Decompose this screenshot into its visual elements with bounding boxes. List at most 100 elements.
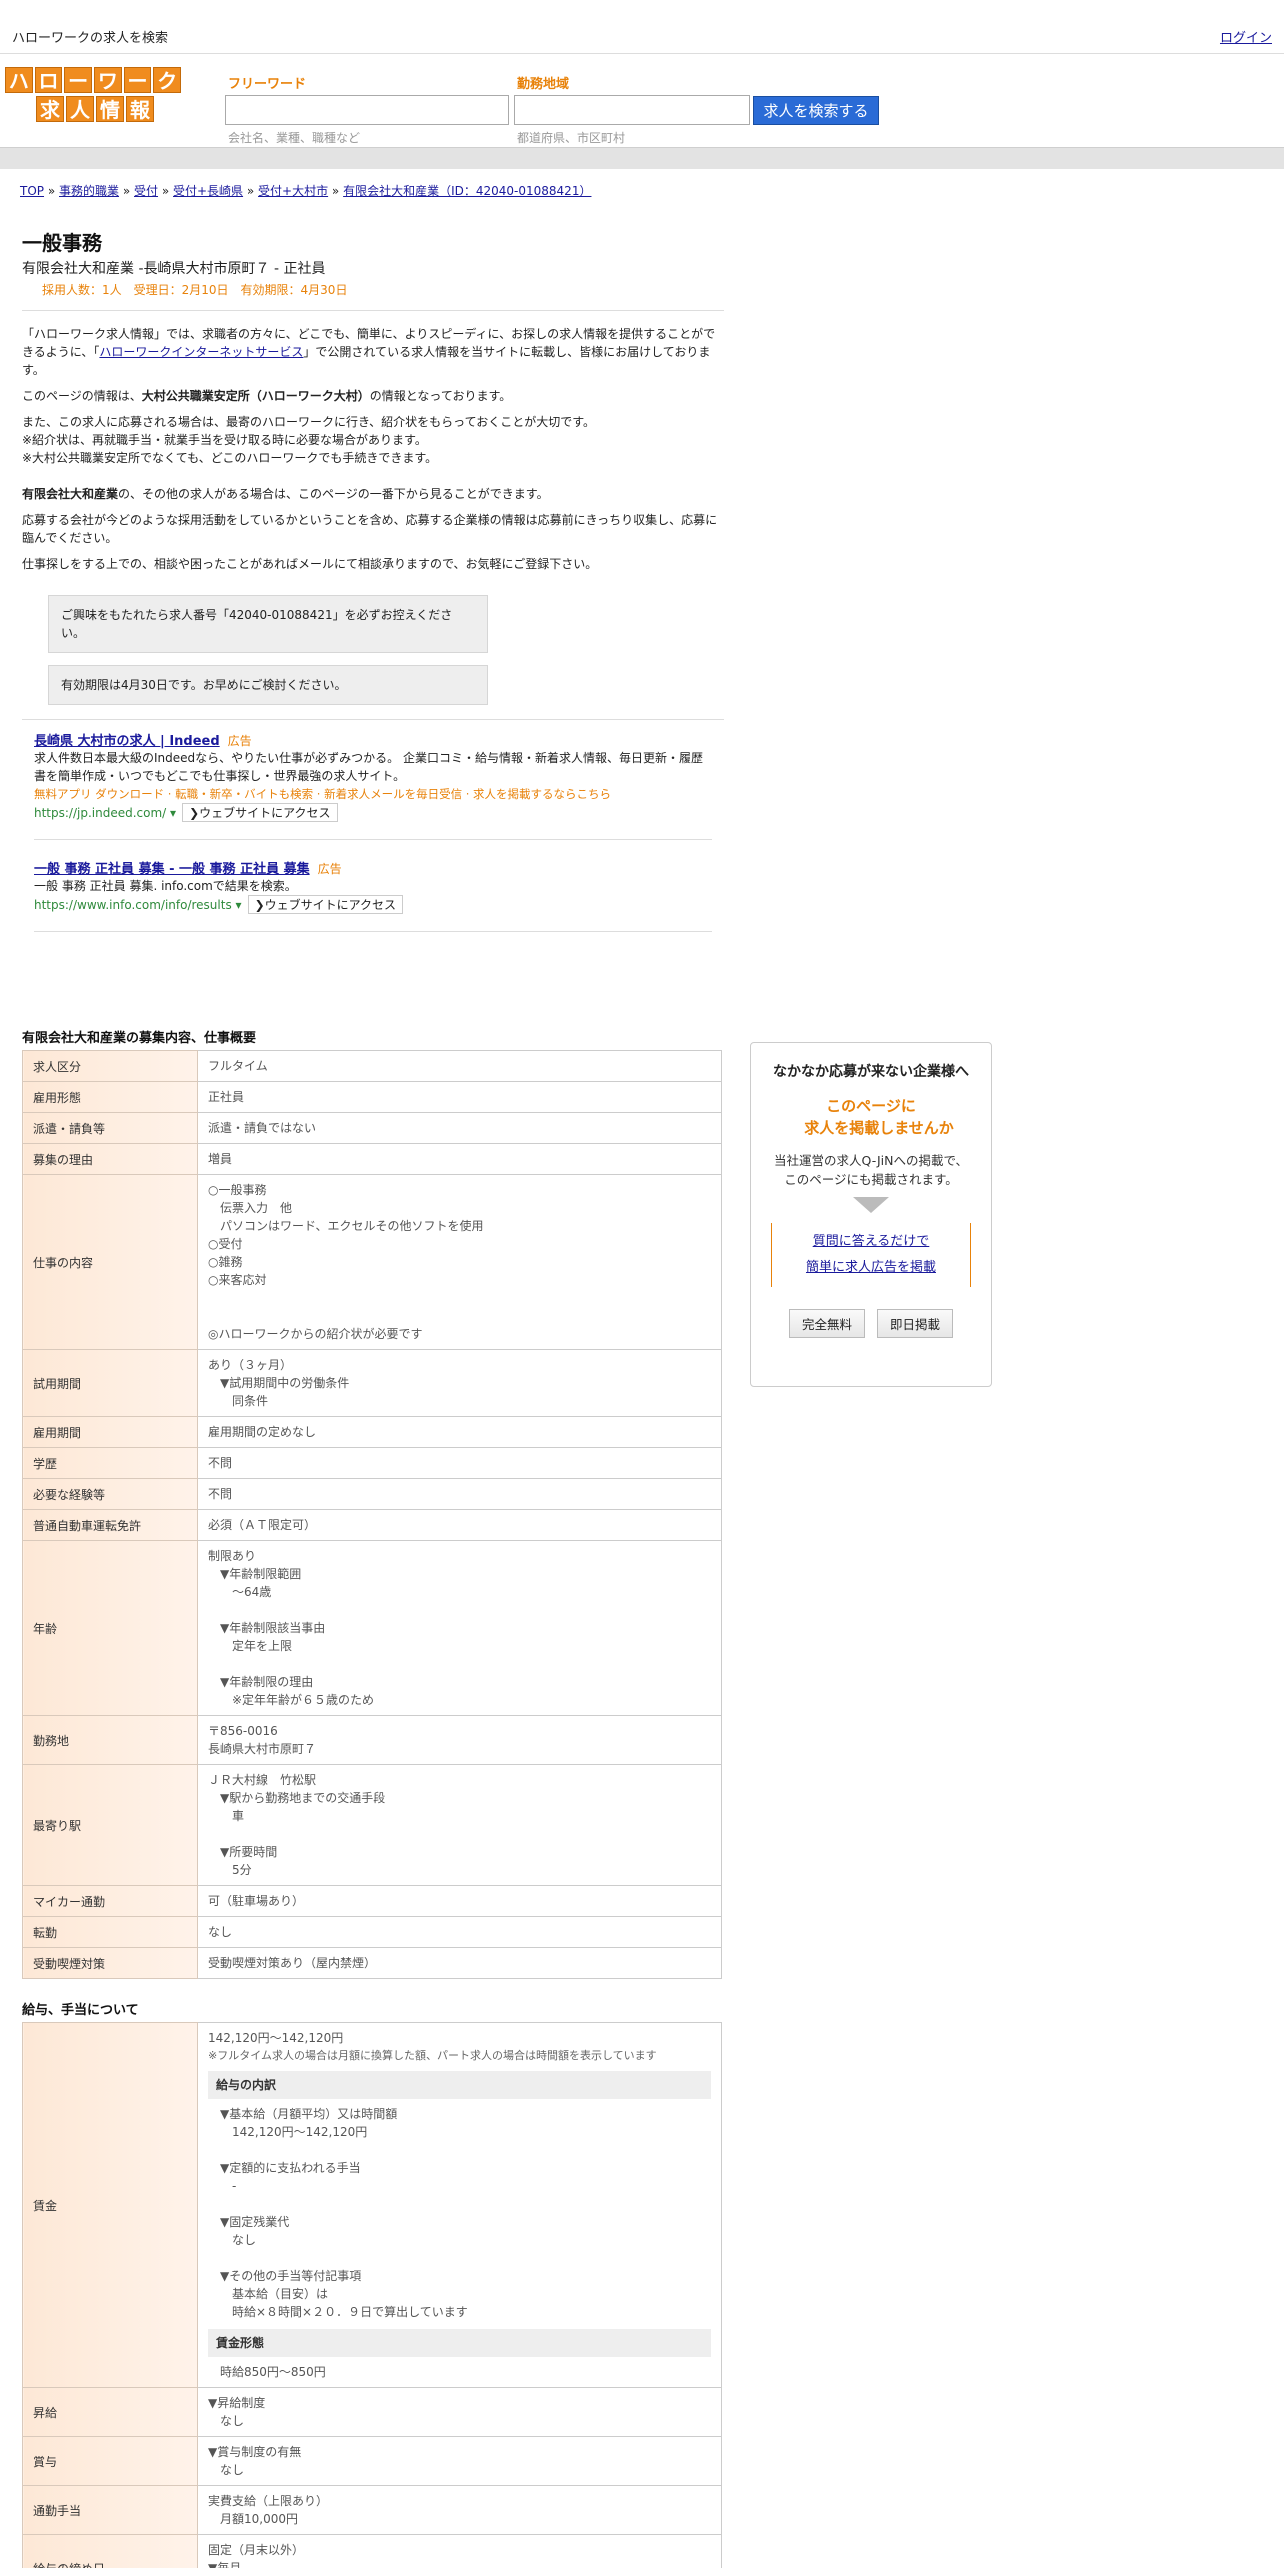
sidebar-description: 当社運営の求人Q-JiNへの掲載で、 このページにも掲載されます。 bbox=[774, 1153, 968, 1187]
ad-url[interactable]: https://www.info.com/info/results bbox=[34, 898, 232, 912]
search-button[interactable]: 求人を検索する bbox=[753, 96, 879, 125]
job-number-notice: ご興味をもたれたら求人番号「42040-01088421」を必ずお控えください。 bbox=[48, 595, 488, 653]
row-label: 学歴 bbox=[22, 1447, 198, 1479]
header: ハローワーク 求人情報 フリーワード 会社名、業種、職種など 勤務地域 都道府県… bbox=[0, 55, 1284, 147]
row-label: 通勤手当 bbox=[22, 2485, 198, 2535]
job-details-section: 有限会社大和産業の募集内容、仕事概要 求人区分 フルタイム 雇用形態 正社員 派遣・請負… bbox=[22, 1027, 724, 2568]
site-logo[interactable]: ハローワーク 求人情報 bbox=[5, 67, 182, 125]
ad-tag: 広告 bbox=[227, 734, 252, 748]
office-paragraph: このページの情報は、大村公共職業安定所（ハローワーク大村）の情報となっております… bbox=[22, 389, 512, 403]
table-row: 派遣・請負等 派遣・請負ではない bbox=[22, 1112, 722, 1144]
row-value: 〒856-0016 長崎県大村市原町７ bbox=[197, 1715, 722, 1765]
sidebar-link-post-ad[interactable]: 簡単に求人広告を掲載 bbox=[806, 1260, 936, 1275]
main-content: 一般事務 有限会社大和産業 -長崎県大村市原町７ - 正社員 採用人数：1人 受… bbox=[22, 230, 724, 950]
section-title-job: 有限会社大和産業の募集内容、仕事概要 bbox=[22, 1031, 257, 1046]
row-value: ＪＲ大村線 竹松駅 ▼駅から勤務地までの交通手段 車 ▼所要時間 5分 bbox=[197, 1764, 722, 1886]
row-value: 不問 bbox=[197, 1478, 722, 1510]
collect-info-paragraph: 応募する会社が今どのような採用活動をしているかということを含め、応募する企業様の… bbox=[22, 513, 718, 545]
table-row: 仕事の内容 ○一般事務 伝票入力 他 パソコンはワード、エクセルその他ソフトを使用… bbox=[22, 1174, 722, 1350]
top-bar: ハローワークの求人を検索 ログイン bbox=[0, 0, 1284, 54]
breadcrumb-city[interactable]: 受付+大村市 bbox=[258, 184, 328, 198]
ad-title-link[interactable]: 長崎県 大村市の求人 | Indeed bbox=[34, 734, 220, 749]
table-row: 求人区分 フルタイム bbox=[22, 1050, 722, 1082]
ad-item: 一般 事務 正社員 募集 - 一般 事務 正社員 募集 広告 一般 事務 正社員 … bbox=[34, 858, 712, 932]
sidebar-link-questions[interactable]: 質問に答えるだけで bbox=[813, 1234, 930, 1249]
row-value: 必須（ＡＴ限定可） bbox=[197, 1509, 722, 1541]
logo-char: 求 bbox=[36, 96, 64, 122]
row-value: 増員 bbox=[197, 1143, 722, 1175]
keyword-input[interactable] bbox=[225, 95, 509, 125]
login-link[interactable]: ログイン bbox=[1220, 27, 1272, 46]
logo-char: ハ bbox=[5, 67, 33, 93]
row-value: 受動喫煙対策あり（屋内禁煙） bbox=[197, 1947, 722, 1979]
advertise-sidebar: なかなか応募が来ない企業様へ このページに 求人を掲載しませんか 当社運営の求人… bbox=[750, 1042, 992, 1387]
logo-char: 情 bbox=[96, 96, 124, 122]
row-label: 派遣・請負等 bbox=[22, 1112, 198, 1144]
breadcrumb-prefecture[interactable]: 受付+長崎県 bbox=[173, 184, 243, 198]
row-value: 可（駐車場あり） bbox=[197, 1885, 722, 1917]
table-row: 学歴 不問 bbox=[22, 1447, 722, 1479]
hellowork-internet-link[interactable]: ハローワークインターネットサービス bbox=[99, 345, 303, 359]
wage-breakdown: ▼基本給（月額平均）又は時間額 142,120円〜142,120円 ▼定額的に支… bbox=[220, 2107, 468, 2319]
ad-sitelinks[interactable]: 無料アプリ ダウンロード · 転職・新卒・バイトも検索 · 新着求人メールを毎日… bbox=[34, 785, 712, 803]
consult-paragraph: 仕事探しをする上での、相談や困ったことがあればメールにて相談承りますので、お気軽… bbox=[22, 557, 598, 571]
table-row: 賃金 142,120円〜142,120円 ※フルタイム求人の場合は月額に換算した… bbox=[22, 2022, 722, 2388]
breadcrumb-company[interactable]: 有限会社大和産業（ID：42040-01088421） bbox=[343, 184, 591, 198]
job-details-table: 求人区分 フルタイム 雇用形態 正社員 派遣・請負等 派遣・請負ではない 募集の理由 増員 仕事… bbox=[22, 1050, 722, 1979]
ad-title-link[interactable]: 一般 事務 正社員 募集 - 一般 事務 正社員 募集 bbox=[34, 862, 310, 877]
table-row: 昇給 ▼昇給制度 なし bbox=[22, 2387, 722, 2437]
logo-char: ク bbox=[153, 67, 182, 93]
ad-description: 一般 事務 正社員 募集. info.comで結果を検索。 bbox=[34, 879, 297, 893]
company-line: 有限会社大和産業 -長崎県大村市原町７ - 正社員 bbox=[22, 261, 326, 277]
logo-char: ー bbox=[64, 67, 93, 93]
row-value: なし bbox=[197, 1916, 722, 1948]
intro-text: 「ハローワーク求人情報」では、求職者の方々に、どこでも、簡単に、よりスピーディに… bbox=[22, 325, 724, 573]
table-row: 必要な経験等 不問 bbox=[22, 1478, 722, 1510]
row-label: マイカー通勤 bbox=[22, 1885, 198, 1917]
sidebar-title: なかなか応募が来ない企業様へ bbox=[773, 1064, 969, 1080]
free-button[interactable]: 完全無料 bbox=[788, 1309, 865, 1338]
wage-range: 142,120円〜142,120円 bbox=[208, 2031, 344, 2045]
breadcrumb-top[interactable]: TOP bbox=[20, 184, 44, 198]
ad-item: 長崎県 大村市の求人 | Indeed 広告 求人件数日本最大級のIndeedなら… bbox=[34, 730, 712, 840]
row-label: 賞与 bbox=[22, 2436, 198, 2486]
row-label: 普通自動車運転免許 bbox=[22, 1509, 198, 1541]
ad-tag: 広告 bbox=[317, 862, 342, 876]
table-row: 給与の締め日固定（月末以外） ▼毎月 15日 bbox=[22, 2534, 722, 2568]
table-row: 受動喫煙対策 受動喫煙対策あり（屋内禁煙） bbox=[22, 1947, 722, 1979]
referral-paragraph: また、この求人に応募される場合は、最寄のハローワークに行き、紹介状をもらっておく… bbox=[22, 415, 596, 465]
logo-char: ロ bbox=[34, 67, 63, 93]
row-value: 142,120円〜142,120円 ※フルタイム求人の場合は月額に換算した額、パ… bbox=[197, 2022, 722, 2388]
location-label: 勤務地域 bbox=[517, 77, 570, 92]
row-label: 勤務地 bbox=[22, 1715, 198, 1765]
location-hint: 都道府県、市区町村 bbox=[517, 131, 626, 145]
row-value: 雇用期間の定めなし bbox=[197, 1416, 722, 1448]
location-input[interactable] bbox=[514, 95, 750, 125]
breadcrumb-job-type[interactable]: 受付 bbox=[134, 184, 158, 198]
breadcrumb: TOP » 事務的職業 » 受付 » 受付+長崎県 » 受付+大村市 » 有限会… bbox=[20, 184, 592, 198]
keyword-hint: 会社名、業種、職種など bbox=[228, 131, 361, 145]
wage-form: 時給850円〜850円 bbox=[208, 2365, 326, 2379]
wage-breakdown-heading: 給与の内訳 bbox=[208, 2071, 711, 2099]
ad-description: 求人件数日本最大級のIndeedなら、やりたい仕事が必ずみつかる。 企業口コミ・… bbox=[34, 751, 703, 783]
breadcrumb-category[interactable]: 事務的職業 bbox=[59, 184, 119, 198]
ad-visit-button[interactable]: ❯ウェブサイトにアクセス bbox=[247, 895, 404, 914]
row-value: 実費支給（上限あり） 月額10,000円 bbox=[197, 2485, 722, 2535]
header-divider-bar bbox=[0, 147, 1284, 169]
logo-char: ー bbox=[123, 67, 152, 93]
table-row: 普通自動車運転免許 必須（ＡＴ限定可） bbox=[22, 1509, 722, 1541]
keyword-label: フリーワード bbox=[228, 77, 307, 92]
same-day-button[interactable]: 即日掲載 bbox=[877, 1309, 954, 1338]
row-value: あり（３ヶ月） ▼試用期間中の労働条件 同条件 bbox=[197, 1349, 722, 1417]
table-row: 年齢 制限あり ▼年齢制限範囲 〜64歳 ▼年齢制限該当事由 定年を上限 ▼年齢制… bbox=[22, 1540, 722, 1716]
row-value: 正社員 bbox=[197, 1081, 722, 1113]
ad-visit-button[interactable]: ❯ウェブサイトにアクセス bbox=[182, 803, 338, 822]
row-label: 最寄り駅 bbox=[22, 1764, 198, 1886]
row-value: 固定（月末以外） ▼毎月 15日 bbox=[197, 2534, 722, 2568]
ad-url[interactable]: https://jp.indeed.com/ bbox=[34, 806, 166, 820]
wage-note: ※フルタイム求人の場合は月額に換算した額、パート求人の場合は時間額を表示していま… bbox=[208, 2049, 657, 2062]
wage-form-heading: 賃金形態 bbox=[208, 2329, 711, 2357]
row-value: 制限あり ▼年齢制限範囲 〜64歳 ▼年齢制限該当事由 定年を上限 ▼年齢制限の… bbox=[197, 1540, 722, 1716]
table-row: 最寄り駅 ＪＲ大村線 竹松駅 ▼駅から勤務地までの交通手段 車 ▼所要時間 5分 bbox=[22, 1764, 722, 1886]
sidebar-catchphrase: このページに 求人を掲載しませんか bbox=[804, 1097, 954, 1137]
